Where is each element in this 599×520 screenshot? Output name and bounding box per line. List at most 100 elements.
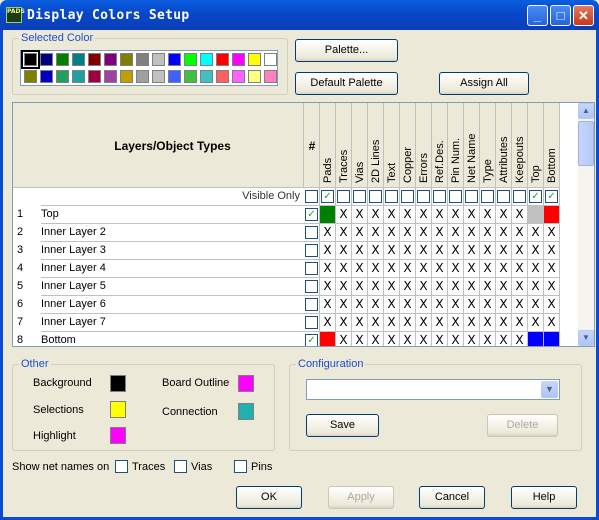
apply-button[interactable]: Apply xyxy=(328,486,394,509)
visible-only-checkbox[interactable] xyxy=(449,190,462,203)
color-cell[interactable]: X xyxy=(480,278,496,296)
color-cell[interactable]: X xyxy=(480,332,496,346)
column-header[interactable]: Traces xyxy=(336,103,352,188)
color-cell[interactable]: X xyxy=(400,296,416,314)
palette-swatch[interactable] xyxy=(120,53,133,66)
color-cell[interactable]: X xyxy=(464,314,480,332)
color-cell[interactable]: X xyxy=(400,314,416,332)
color-cell[interactable]: X xyxy=(336,224,352,242)
visible-only-checkbox[interactable] xyxy=(417,190,430,203)
layer-visible-checkbox[interactable]: ✓ xyxy=(305,334,318,346)
layer-visible-checkbox[interactable] xyxy=(305,262,318,275)
color-cell[interactable]: X xyxy=(416,260,432,278)
color-cell[interactable]: X xyxy=(400,278,416,296)
column-header[interactable]: Vias xyxy=(352,103,368,188)
color-cell[interactable]: X xyxy=(384,278,400,296)
color-cell[interactable]: X xyxy=(416,242,432,260)
color-cell[interactable]: X xyxy=(432,332,448,346)
color-cell[interactable]: X xyxy=(464,242,480,260)
color-cell[interactable]: X xyxy=(480,206,496,224)
color-cell[interactable]: X xyxy=(400,206,416,224)
column-header[interactable]: Pads xyxy=(320,103,336,188)
layer-name[interactable]: Top xyxy=(41,206,304,224)
color-cell[interactable] xyxy=(320,332,336,346)
palette-swatch[interactable] xyxy=(24,70,37,83)
column-header[interactable]: Type xyxy=(480,103,496,188)
palette-swatch[interactable] xyxy=(184,53,197,66)
color-cell[interactable]: X xyxy=(416,224,432,242)
visible-only-checkbox[interactable] xyxy=(513,190,526,203)
delete-button[interactable]: Delete xyxy=(487,414,558,437)
color-cell[interactable]: X xyxy=(320,260,336,278)
color-cell[interactable]: X xyxy=(448,224,464,242)
color-cell[interactable]: X xyxy=(448,314,464,332)
palette-swatch[interactable] xyxy=(216,53,229,66)
layer-visible-checkbox[interactable] xyxy=(305,316,318,329)
visible-only-checkbox[interactable] xyxy=(385,190,398,203)
color-cell[interactable]: X xyxy=(352,206,368,224)
color-cell[interactable]: X xyxy=(352,260,368,278)
color-cell[interactable]: X xyxy=(368,314,384,332)
palette-swatch[interactable] xyxy=(152,53,165,66)
color-cell[interactable]: X xyxy=(512,314,528,332)
color-cell[interactable]: X xyxy=(544,260,560,278)
color-cell[interactable]: X xyxy=(528,296,544,314)
color-cell[interactable] xyxy=(544,206,560,224)
color-cell[interactable]: X xyxy=(352,242,368,260)
visible-only-checkbox[interactable] xyxy=(401,190,414,203)
palette-swatch[interactable] xyxy=(56,70,69,83)
color-cell[interactable]: X xyxy=(384,314,400,332)
scroll-down-icon[interactable]: ▼ xyxy=(578,330,594,346)
color-cell[interactable]: X xyxy=(464,332,480,346)
color-cell[interactable]: X xyxy=(320,224,336,242)
palette-swatch[interactable] xyxy=(232,53,245,66)
color-cell[interactable]: X xyxy=(416,314,432,332)
color-cell[interactable]: X xyxy=(320,296,336,314)
color-cell[interactable]: X xyxy=(432,278,448,296)
layer-name[interactable]: Inner Layer 4 xyxy=(41,260,304,278)
palette-swatch[interactable] xyxy=(120,70,133,83)
color-cell[interactable]: X xyxy=(496,296,512,314)
palette-swatch[interactable] xyxy=(56,53,69,66)
color-cell[interactable]: X xyxy=(384,224,400,242)
color-cell[interactable]: X xyxy=(512,224,528,242)
layer-name[interactable]: Bottom xyxy=(41,332,304,346)
palette-swatch[interactable] xyxy=(264,70,277,83)
color-cell[interactable]: X xyxy=(336,206,352,224)
visible-only-checkbox[interactable] xyxy=(465,190,478,203)
help-button[interactable]: Help xyxy=(511,486,577,509)
color-cell[interactable]: X xyxy=(464,260,480,278)
color-cell[interactable]: X xyxy=(480,224,496,242)
palette-swatch[interactable] xyxy=(40,70,53,83)
color-cell[interactable]: X xyxy=(320,278,336,296)
visible-only-checkbox[interactable]: ✓ xyxy=(545,190,558,203)
color-cell[interactable]: X xyxy=(512,278,528,296)
color-cell[interactable]: X xyxy=(512,260,528,278)
color-cell[interactable]: X xyxy=(368,224,384,242)
color-cell[interactable]: X xyxy=(496,242,512,260)
color-cell[interactable]: X xyxy=(416,332,432,346)
color-cell[interactable]: X xyxy=(512,206,528,224)
color-cell[interactable]: X xyxy=(448,278,464,296)
color-cell[interactable]: X xyxy=(544,296,560,314)
palette-swatch[interactable] xyxy=(136,70,149,83)
layer-visible-checkbox[interactable] xyxy=(305,226,318,239)
color-cell[interactable]: X xyxy=(336,242,352,260)
pins-checkbox[interactable] xyxy=(234,460,247,473)
layer-name[interactable]: Inner Layer 6 xyxy=(41,296,304,314)
color-cell[interactable]: X xyxy=(368,332,384,346)
layer-name[interactable]: Inner Layer 2 xyxy=(41,224,304,242)
palette-swatch[interactable] xyxy=(248,53,261,66)
column-header[interactable]: 2D Lines xyxy=(368,103,384,188)
color-cell[interactable]: X xyxy=(448,260,464,278)
color-cell[interactable]: X xyxy=(496,206,512,224)
color-cell[interactable]: X xyxy=(336,332,352,346)
color-cell[interactable]: X xyxy=(480,260,496,278)
palette-swatch[interactable] xyxy=(232,70,245,83)
save-button[interactable]: Save xyxy=(306,414,379,437)
layer-visible-checkbox[interactable] xyxy=(305,244,318,257)
color-cell[interactable]: X xyxy=(496,332,512,346)
layer-name[interactable]: Inner Layer 7 xyxy=(41,314,304,332)
column-header[interactable]: Pin Num. xyxy=(448,103,464,188)
column-header[interactable]: Attributes xyxy=(496,103,512,188)
